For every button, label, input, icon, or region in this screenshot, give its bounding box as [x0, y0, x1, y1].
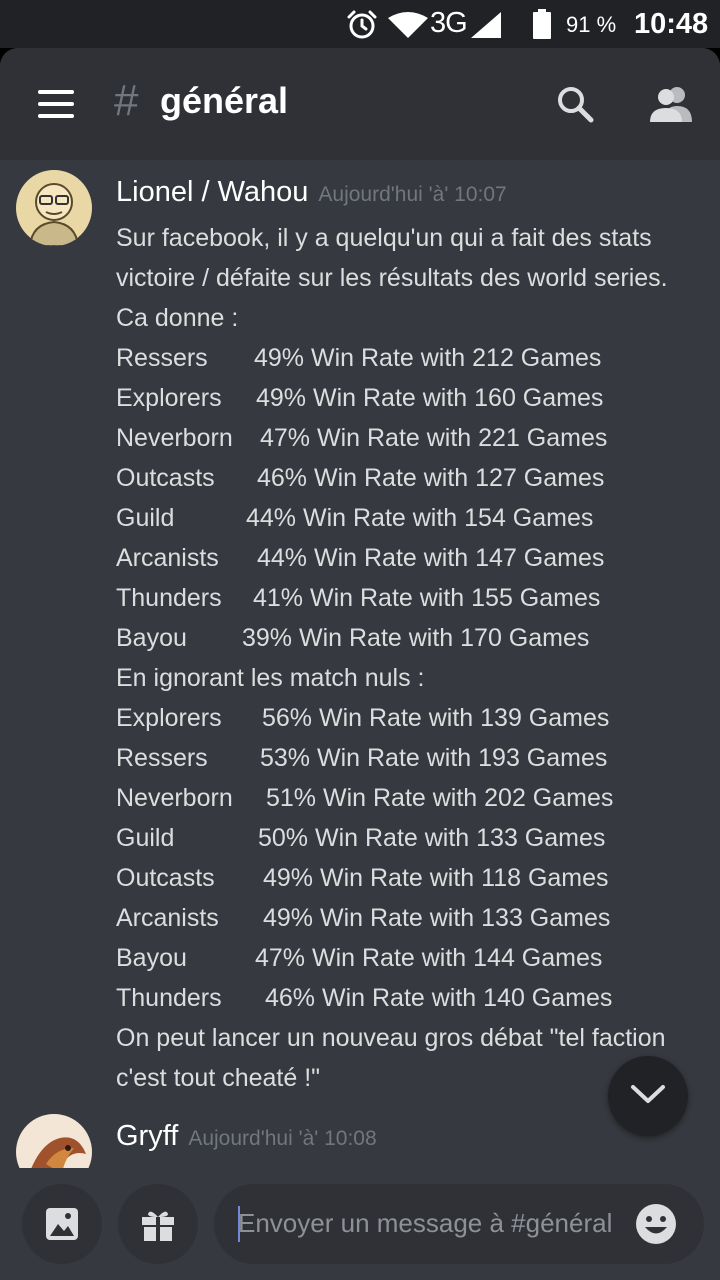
faction-name: Explorers: [116, 704, 222, 732]
message-line: Ca donne :: [116, 304, 239, 332]
message-line: victoire / défaite sur les résultats des…: [116, 264, 668, 292]
stat-value: 49% Win Rate with 212 Games: [254, 344, 602, 372]
avatar[interactable]: [16, 170, 92, 246]
wifi-icon: [388, 12, 428, 38]
faction-name: Neverborn: [116, 784, 233, 812]
chevron-down-icon: [631, 1085, 665, 1103]
stat-line: Neverborn 51% Win Rate with 202 Games: [116, 778, 716, 818]
menu-icon[interactable]: [38, 90, 74, 118]
emoji-icon[interactable]: [634, 1202, 678, 1246]
stat-line: Thunders 41% Win Rate with 155 Games: [116, 578, 716, 618]
stat-value: 47% Win Rate with 144 Games: [255, 944, 603, 972]
stat-value: 53% Win Rate with 193 Games: [260, 744, 608, 772]
stat-value: 39% Win Rate with 170 Games: [242, 624, 590, 652]
gift-icon: [142, 1211, 174, 1241]
clock-time: 10:48: [634, 8, 709, 40]
message-author[interactable]: Gryff Aujourd'hui 'à' 10:08: [116, 1120, 377, 1153]
image-upload-button[interactable]: [22, 1184, 102, 1264]
search-icon[interactable]: [555, 84, 595, 124]
faction-name: Arcanists: [116, 544, 219, 572]
alarm-icon: [347, 10, 377, 39]
message-timestamp: Aujourd'hui 'à' 10:08: [188, 1127, 377, 1150]
author-name[interactable]: Gryff: [116, 1120, 178, 1152]
stat-line: Bayou 47% Win Rate with 144 Games: [116, 938, 716, 978]
faction-name: Bayou: [116, 944, 187, 972]
members-icon[interactable]: [648, 84, 694, 124]
faction-name: Thunders: [116, 984, 222, 1012]
stat-value: 51% Win Rate with 202 Games: [266, 784, 614, 812]
message-content: Sur facebook, il y a quelqu'un qui a fai…: [116, 218, 716, 1098]
message-line: Sur facebook, il y a quelqu'un qui a fai…: [116, 224, 652, 252]
stat-value: 50% Win Rate with 133 Games: [258, 824, 606, 852]
stat-line: Neverborn 47% Win Rate with 221 Games: [116, 418, 716, 458]
stat-value: 46% Win Rate with 127 Games: [257, 464, 605, 492]
faction-name: Neverborn: [116, 424, 233, 452]
signal-icon: [471, 12, 501, 38]
faction-name: Bayou: [116, 624, 187, 652]
stat-line: Explorers 49% Win Rate with 160 Games: [116, 378, 716, 418]
stat-value: 49% Win Rate with 118 Games: [263, 864, 609, 892]
stat-value: 41% Win Rate with 155 Games: [253, 584, 601, 612]
stat-value: 46% Win Rate with 140 Games: [265, 984, 613, 1012]
stat-line: Guild 50% Win Rate with 133 Games: [116, 818, 716, 858]
stat-line: Explorers 56% Win Rate with 139 Games: [116, 698, 716, 738]
stat-value: 56% Win Rate with 139 Games: [262, 704, 610, 732]
faction-name: Ressers: [116, 344, 208, 372]
network-type: 3G: [430, 7, 468, 39]
faction-name: Guild: [116, 504, 175, 532]
app-window: # général Lionel / Wahou Aujourd'hui 'à'…: [0, 48, 720, 1280]
battery-percent: 91 %: [566, 12, 617, 37]
faction-name: Explorers: [116, 384, 222, 412]
faction-name: Thunders: [116, 584, 222, 612]
channel-hash-icon: #: [114, 76, 139, 125]
stat-line: Arcanists 44% Win Rate with 147 Games: [116, 538, 716, 578]
status-bar: 3G 91 % 10:48: [0, 0, 720, 48]
stat-line: Arcanists 49% Win Rate with 133 Games: [116, 898, 716, 938]
image-icon: [46, 1208, 78, 1240]
faction-name: Arcanists: [116, 904, 219, 932]
stat-line: Outcasts 46% Win Rate with 127 Games: [116, 458, 716, 498]
message-line: En ignorant les match nuls :: [116, 664, 425, 692]
faction-name: Outcasts: [116, 864, 215, 892]
battery-icon: [533, 9, 551, 39]
stat-value: 44% Win Rate with 147 Games: [257, 544, 605, 572]
stat-value: 49% Win Rate with 133 Games: [263, 904, 611, 932]
avatar[interactable]: [16, 1114, 92, 1168]
channel-title: général: [160, 80, 289, 121]
message-author[interactable]: Lionel / Wahou Aujourd'hui 'à' 10:07: [116, 176, 507, 209]
stat-value: 49% Win Rate with 160 Games: [256, 384, 604, 412]
stat-value: 44% Win Rate with 154 Games: [246, 504, 594, 532]
message-input-placeholder: Envoyer un message à #général: [238, 1208, 613, 1238]
scroll-to-bottom-button[interactable]: [608, 1056, 688, 1136]
faction-name: Ressers: [116, 744, 208, 772]
stat-line: Outcasts 49% Win Rate with 118 Games: [116, 858, 716, 898]
stat-line: Thunders 46% Win Rate with 140 Games: [116, 978, 716, 1018]
message-list: Lionel / Wahou Aujourd'hui 'à' 10:07 Sur …: [0, 160, 720, 1168]
stat-line: Bayou 39% Win Rate with 170 Games: [116, 618, 716, 658]
faction-name: Guild: [116, 824, 175, 852]
message-line: On peut lancer un nouveau gros débat "te…: [116, 1024, 666, 1052]
message-timestamp: Aujourd'hui 'à' 10:07: [318, 183, 507, 206]
message-input[interactable]: Envoyer un message à #général: [214, 1184, 704, 1264]
gift-button[interactable]: [118, 1184, 198, 1264]
author-name[interactable]: Lionel / Wahou: [116, 176, 308, 208]
stat-line: Ressers 49% Win Rate with 212 Games: [116, 338, 716, 378]
channel-header: # général: [0, 48, 720, 160]
stat-value: 47% Win Rate with 221 Games: [260, 424, 608, 452]
faction-name: Outcasts: [116, 464, 215, 492]
stat-line: Guild 44% Win Rate with 154 Games: [116, 498, 716, 538]
stat-line: Ressers 53% Win Rate with 193 Games: [116, 738, 716, 778]
message-composer: Envoyer un message à #général: [0, 1168, 720, 1280]
